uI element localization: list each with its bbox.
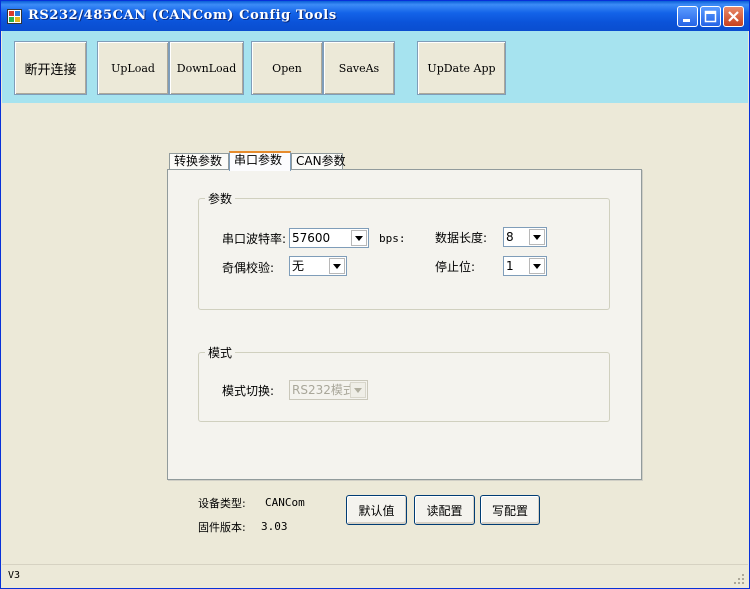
data-bits-value: 8 bbox=[506, 230, 514, 244]
device-type-value: CANCom bbox=[265, 496, 305, 509]
tab-panel-serial: 参数 串口波特率: 57600 bps: 奇偶校验: 无 数据长度: 8 停止位… bbox=[167, 169, 642, 480]
chevron-down-icon[interactable] bbox=[529, 229, 545, 245]
chevron-down-icon bbox=[350, 382, 366, 398]
params-group: 参数 串口波特率: 57600 bps: 奇偶校验: 无 数据长度: 8 停止位… bbox=[198, 190, 610, 310]
upload-button[interactable]: UpLoad bbox=[97, 41, 169, 95]
parity-select[interactable]: 无 bbox=[289, 256, 347, 276]
toolbar: 断开连接 UpLoad DownLoad Open SaveAs UpDate … bbox=[2, 31, 748, 103]
baud-unit-label: bps: bbox=[379, 232, 406, 245]
app-window: RS232/485CAN (CANCom) Config Tools 断开连接 … bbox=[0, 0, 750, 589]
firmware-version-label: 固件版本: bbox=[198, 521, 246, 534]
download-button[interactable]: DownLoad bbox=[169, 41, 244, 95]
firmware-version-value: 3.03 bbox=[261, 520, 288, 533]
disconnect-button[interactable]: 断开连接 bbox=[14, 41, 87, 95]
stop-bits-value: 1 bbox=[506, 259, 514, 273]
write-config-button[interactable]: 写配置 bbox=[480, 495, 540, 525]
minimize-icon bbox=[683, 19, 690, 22]
mode-switch-select: RS232模式 bbox=[289, 380, 368, 400]
mode-group-title: 模式 bbox=[205, 344, 236, 361]
data-bits-label: 数据长度: bbox=[435, 231, 488, 245]
maximize-button[interactable] bbox=[700, 6, 721, 27]
tab-can-params[interactable]: CAN参数 bbox=[291, 153, 346, 170]
app-grid-icon bbox=[7, 9, 22, 24]
parity-value: 无 bbox=[292, 259, 305, 273]
title-bar[interactable]: RS232/485CAN (CANCom) Config Tools bbox=[1, 1, 749, 31]
mode-group: 模式 模式切换: RS232模式 bbox=[198, 344, 610, 422]
default-values-button[interactable]: 默认值 bbox=[346, 495, 407, 525]
params-group-title: 参数 bbox=[205, 190, 236, 207]
chevron-down-icon[interactable] bbox=[329, 258, 345, 274]
tab-serial-params[interactable]: 串口参数 bbox=[229, 151, 291, 171]
read-config-button[interactable]: 读配置 bbox=[414, 495, 475, 525]
baud-rate-select[interactable]: 57600 bbox=[289, 228, 369, 248]
parity-label: 奇偶校验: bbox=[222, 261, 275, 275]
maximize-icon bbox=[704, 10, 717, 23]
tab-conversion-params[interactable]: 转换参数 bbox=[169, 153, 229, 170]
status-bar: V3 bbox=[2, 564, 748, 588]
update-app-button[interactable]: UpDate App bbox=[417, 41, 506, 95]
saveas-button[interactable]: SaveAs bbox=[323, 41, 395, 95]
close-icon bbox=[728, 11, 739, 22]
chevron-down-icon[interactable] bbox=[351, 230, 367, 246]
baud-rate-value: 57600 bbox=[292, 231, 331, 245]
mode-switch-value: RS232模式 bbox=[292, 383, 355, 397]
size-grip-icon[interactable] bbox=[733, 573, 745, 585]
device-type-label: 设备类型: bbox=[198, 497, 246, 510]
data-bits-select[interactable]: 8 bbox=[503, 227, 547, 247]
close-button[interactable] bbox=[723, 6, 744, 27]
stop-bits-label: 停止位: bbox=[435, 260, 476, 274]
stop-bits-select[interactable]: 1 bbox=[503, 256, 547, 276]
open-button[interactable]: Open bbox=[251, 41, 323, 95]
chevron-down-icon[interactable] bbox=[529, 258, 545, 274]
status-text: V3 bbox=[8, 570, 21, 581]
minimize-button[interactable] bbox=[677, 6, 698, 27]
baud-rate-label: 串口波特率: bbox=[222, 232, 287, 246]
window-title: RS232/485CAN (CANCom) Config Tools bbox=[28, 8, 337, 23]
mode-switch-label: 模式切换: bbox=[222, 384, 275, 398]
